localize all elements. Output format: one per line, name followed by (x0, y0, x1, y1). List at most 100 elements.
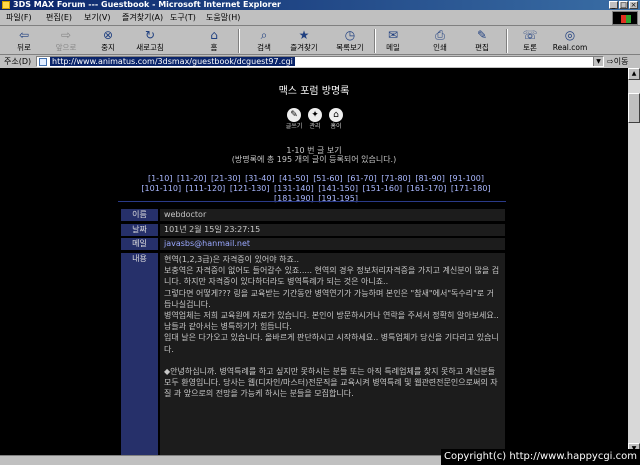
toolbar-button-12[interactable]: ☏ 토론 (510, 28, 550, 54)
go-label: 이동 (613, 57, 629, 66)
page-link[interactable]: [171-180] (451, 184, 491, 193)
entries-total: (방명록에 총 195 개의 글이 등록되어 있습니다.) (231, 155, 397, 164)
page-link[interactable]: [101-110] (141, 184, 181, 193)
discuss-icon: ☏ (522, 28, 538, 42)
favorites-icon: ★ (298, 28, 310, 42)
body-line: 보충역은 자격증이 없어도 들어갈수 있죠..... 현역의 경우 정보처리자격… (164, 266, 500, 287)
minimize-button[interactable]: _ (609, 1, 618, 9)
close-button[interactable]: × (629, 1, 638, 9)
page-link[interactable]: [41-50] (279, 174, 309, 183)
menu-favorites[interactable]: 즐겨찾기(A) (122, 12, 163, 24)
page-link[interactable]: [111-120] (186, 184, 226, 193)
toolbar-button-7[interactable]: ★ 즐겨찾기 (284, 28, 324, 54)
copyright-text: Copyright(c) http://www.happycgi.com (440, 449, 640, 465)
page-link[interactable]: [51-60] (313, 174, 343, 183)
windows-logo-icon (612, 11, 638, 25)
toolbar-label: 새로고침 (136, 43, 164, 52)
address-bar: 주소(D) http://www.animatus.com/3dsmax/gue… (0, 55, 640, 68)
menu-file[interactable]: 파일(F) (6, 12, 32, 24)
name-value: webdoctor (160, 209, 505, 221)
refresh-icon: ↻ (144, 28, 156, 42)
body-line: 입대 날은 다가오고 있습니다. 올바르게 판단하시고 시작하세요.. 병특업체… (164, 333, 499, 354)
maximize-button[interactable]: □ (619, 1, 628, 9)
toolbar-button-2[interactable]: ⇨ 앞으로 (46, 28, 86, 54)
admin-link[interactable]: ✦ 관리 (306, 108, 324, 131)
page-link[interactable]: [61-70] (347, 174, 377, 183)
mail-label: 메일 (121, 238, 158, 250)
scroll-up-icon[interactable]: ▲ (628, 68, 640, 80)
body-line: 그렇다면 어떻게??? 링을 교육받는 기간동안 병역연기가 가능하며 본인은 … (164, 288, 495, 309)
admin-label: 관리 (309, 123, 321, 130)
vertical-scrollbar[interactable]: ▲ ▼ (628, 68, 640, 455)
page-link[interactable]: [141-150] (318, 184, 358, 193)
ie-icon (2, 1, 10, 9)
entry-body-row: 내용 현역(1,2,3급)은 자격증이 있어야 하죠.. 보충역은 자격증이 없어… (121, 253, 505, 455)
page-link[interactable]: [11-20] (177, 174, 207, 183)
page-link[interactable]: [91-100] (449, 174, 484, 183)
stop-icon: ⊗ (102, 28, 114, 42)
write-label: 글쓰기 (285, 123, 303, 130)
toolbar-button-1[interactable]: ⇦ 뒤로 (4, 28, 44, 54)
mail-icon: ✉ (387, 28, 399, 42)
toolbar-separator (238, 29, 240, 53)
body-line (164, 355, 501, 366)
toolbar-label: 토론 (523, 43, 537, 52)
toolbar-button-13[interactable]: ◎ Real.com (550, 28, 590, 54)
toolbar-button-11[interactable]: ✎ 편집 (462, 28, 502, 54)
forward-arrow-icon: ⇨ (60, 28, 72, 42)
page-link[interactable]: [81-90] (415, 174, 445, 183)
address-url[interactable]: http://www.animatus.com/3dsmax/guestbook… (50, 57, 295, 66)
body-line: 현역(1,2,3급)은 자격증이 있어야 하죠.. (164, 255, 299, 264)
body-line: ◆안녕하십니까. 병역특례를 하고 싶지만 못하시는 분들 또는 아직 특례업체… (164, 366, 498, 399)
realcom-icon: ◎ (564, 28, 576, 42)
toolbar-separator (506, 29, 508, 53)
page-link[interactable]: [1-10] (148, 174, 172, 183)
toolbar-button-5[interactable]: ⌂ 홈 (194, 28, 234, 54)
menu-help[interactable]: 도움말(H) (206, 12, 240, 24)
date-label: 날짜 (121, 224, 158, 236)
toolbar-label: 중지 (101, 43, 115, 52)
home-link[interactable]: ⌂ 홈이 (327, 108, 345, 131)
write-link[interactable]: ✎ 글쓰기 (285, 108, 303, 131)
page-title: 맥스 포럼 방명록 (278, 86, 350, 97)
toolbar-label: 뒤로 (17, 43, 31, 52)
body-line: 남들과 같아서는 병특하기가 힘듭니다. (164, 322, 292, 332)
toolbar-button-3[interactable]: ⊗ 중지 (88, 28, 128, 54)
toolbar-button-6[interactable]: ⌕ 검색 (244, 28, 284, 54)
page-link[interactable]: [151-160] (362, 184, 402, 193)
name-label: 이름 (121, 209, 158, 221)
menu-view[interactable]: 보기(V) (84, 12, 110, 24)
home-label: 홈이 (330, 123, 342, 130)
go-button[interactable]: ⇨이동 (607, 56, 628, 67)
menu-tools[interactable]: 도구(T) (170, 12, 196, 24)
page-link[interactable]: [161-170] (407, 184, 447, 193)
search-icon: ⌕ (260, 28, 268, 42)
toolbar-button-8[interactable]: ◷ 목록보기 (330, 28, 370, 54)
history-icon: ◷ (344, 28, 356, 42)
toolbar-button-10[interactable]: ⎙ 인쇄 (420, 28, 460, 54)
page-link[interactable]: [21-30] (211, 174, 241, 183)
toolbar-button-4[interactable]: ↻ 새로고침 (130, 28, 170, 54)
address-label: 주소(D) (4, 57, 32, 66)
toolbar-label: 목록보기 (336, 43, 364, 52)
mail-link[interactable]: javasbs@hanmail.net (160, 238, 505, 250)
page-link[interactable]: [121-130] (230, 184, 270, 193)
address-input[interactable]: http://www.animatus.com/3dsmax/guestbook… (36, 56, 604, 67)
toolbar-button-9[interactable]: ✉ 메일 (373, 28, 413, 54)
chevron-down-icon[interactable]: ▼ (593, 57, 603, 66)
toolbar-label: 인쇄 (433, 43, 447, 52)
window-title: 3DS MAX Forum --- Guestbook - Microsoft … (13, 0, 281, 9)
entry-mail-row: 메일 javasbs@hanmail.net (121, 238, 505, 250)
page-link[interactable]: [31-40] (245, 174, 275, 183)
print-icon: ⎙ (435, 28, 445, 42)
toolbar-label: Real.com (552, 43, 588, 52)
menu-edit[interactable]: 편집(E) (46, 12, 72, 24)
page-link[interactable]: [131-140] (274, 184, 314, 193)
back-arrow-icon: ⇦ (18, 28, 30, 42)
scroll-thumb[interactable] (628, 93, 640, 123)
divider (118, 201, 506, 202)
page-content: 맥스 포럼 방명록 ✎ 글쓰기 ✦ 관리 ⌂ 홈이 1-10 번 글 보기 (방… (0, 68, 628, 455)
page-link[interactable]: [71-80] (381, 174, 411, 183)
entry-body: 현역(1,2,3급)은 자격증이 있어야 하죠.. 보충역은 자격증이 없어도 들… (160, 253, 505, 455)
entry-name-row: 이름 webdoctor (121, 209, 505, 221)
